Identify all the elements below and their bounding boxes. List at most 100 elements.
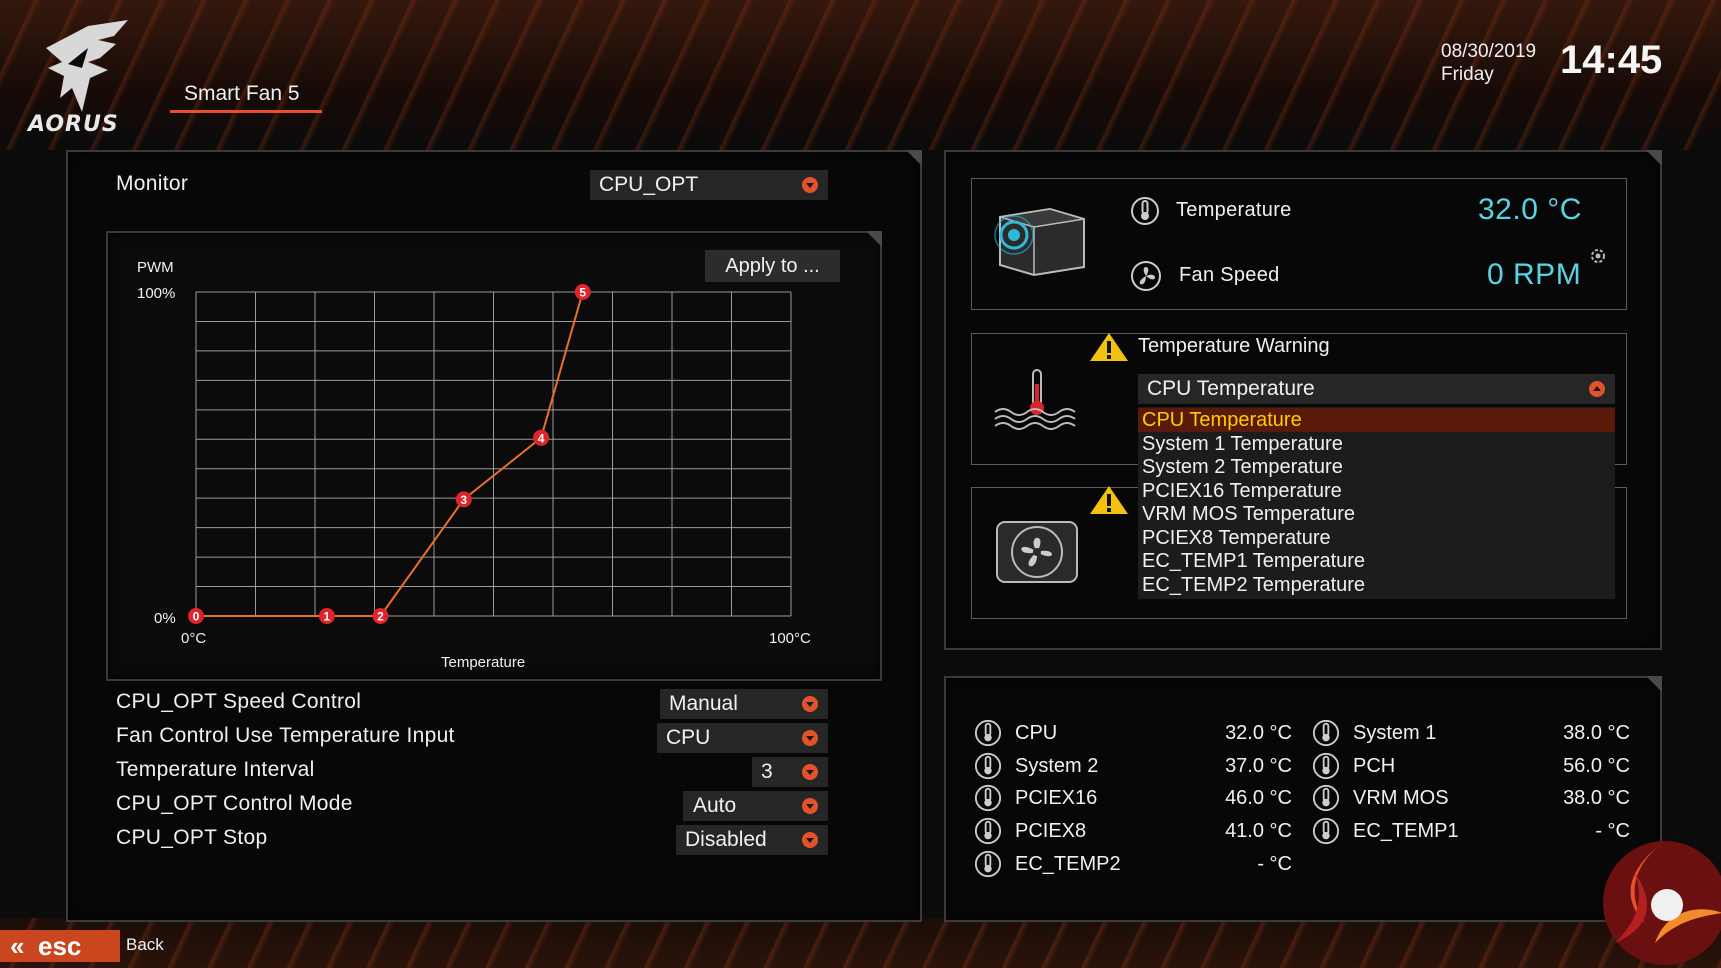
warning-source-value: CPU Temperature [1147,377,1315,400]
fan-curve-line [196,291,584,617]
setting-label-stop: CPU_OPT Stop [116,826,268,849]
option-system1-temperature[interactable]: System 1 Temperature [1142,433,1343,456]
chevron-down-icon [802,832,818,848]
chevron-down-icon [802,177,818,193]
thermometer-icon [974,752,1002,780]
thermometer-icon [1131,197,1159,225]
temp-reading-label: EC_TEMP1 [1353,820,1459,842]
tab-smart-fan-5[interactable]: Smart Fan 5 [184,82,300,106]
chevron-down-icon [802,764,818,780]
temp-reading-value: - °C [1257,853,1292,875]
gear-icon[interactable] [1588,246,1608,266]
thermometer-icon [1312,752,1340,780]
option-ec-temp2-temperature[interactable]: EC_TEMP2 Temperature [1142,574,1365,597]
thermometer-icon [974,719,1002,747]
thermometer-icon [974,850,1002,878]
panel-corner [866,231,882,247]
monitor-select-value: CPU_OPT [599,173,699,196]
tab-active-underline [170,110,322,113]
chevron-down-icon [802,696,818,712]
temperature-value: 32.0 °C [1478,193,1582,226]
brand-wordmark: AORUS [28,112,119,137]
date-text: 08/30/2019 [1441,41,1537,62]
option-vrm-mos-temperature[interactable]: VRM MOS Temperature [1142,503,1355,526]
temp-reading-label: System 1 [1353,722,1437,744]
option-pciex8-temperature[interactable]: PCIEX8 Temperature [1142,527,1331,550]
footer-background [0,918,1721,968]
temp-interval-value: 3 [761,760,773,783]
x-tick-left: 0°C [181,630,206,647]
double-chevron-left-icon: « [10,931,25,961]
warning-icon [1090,333,1128,361]
thermometer-water-icon [994,369,1076,430]
control-mode-select[interactable]: Auto [683,791,828,821]
temp-reading-label: PCIEX8 [1015,820,1087,842]
case-fan-icon [996,521,1078,583]
chevron-down-icon [802,798,818,814]
setting-label-control-mode: CPU_OPT Control Mode [116,792,353,815]
option-ec-temp1-temperature[interactable]: EC_TEMP1 Temperature [1142,550,1365,573]
y-tick-bottom: 0% [154,610,176,627]
pc-case-fan-icon [994,207,1085,277]
temp-reading-value: 37.0 °C [1225,755,1292,777]
monitor-label: Monitor [116,172,189,195]
warning-source-select[interactable]: CPU Temperature [1138,374,1615,404]
temp-interval-select[interactable]: 3 [752,757,828,787]
option-system2-temperature[interactable]: System 2 Temperature [1142,456,1343,479]
setting-label-temp-input: Fan Control Use Temperature Input [116,724,455,747]
y-tick-top: 100% [137,285,175,302]
thermometer-icon [974,817,1002,845]
curve-point-label: 5 [579,286,586,300]
stop-select[interactable]: Disabled [676,825,828,855]
warning-icon [1090,486,1128,514]
site-watermark-logo-icon [1603,841,1721,965]
temperature-label: Temperature [1176,199,1292,221]
thermometer-icon [974,784,1002,812]
stop-value: Disabled [685,828,767,851]
monitor-select[interactable]: CPU_OPT [590,170,828,200]
curve-point-label: 3 [460,493,467,507]
panel-corner [1646,676,1662,692]
setting-label-temp-interval: Temperature Interval [116,758,315,781]
option-cpu-temperature[interactable]: CPU Temperature [1142,409,1302,432]
curve-point-label: 2 [377,610,384,624]
chart-grid [195,291,792,617]
fan-curve-chart[interactable]: PWM 100% 0% 0°C 100°C Temperature 0 1 2 3 4 5 [107,232,867,672]
temp-reading-label: CPU [1015,722,1058,744]
chevron-up-icon [1589,381,1605,397]
curve-point-label: 1 [324,610,331,624]
speed-control-select[interactable]: Manual [660,689,828,719]
temp-reading-label: System 2 [1015,755,1099,777]
thermometer-icon [1312,784,1340,812]
temp-input-select[interactable]: CPU [657,723,828,753]
temp-reading-value: 32.0 °C [1225,722,1292,744]
option-pciex16-temperature[interactable]: PCIEX16 Temperature [1142,480,1342,503]
temp-reading-label: PCIEX16 [1015,787,1098,809]
temp-reading-value: 56.0 °C [1563,755,1630,777]
temp-reading-label: EC_TEMP2 [1015,853,1121,875]
temp-reading-label: PCH [1353,755,1396,777]
temp-input-value: CPU [666,726,711,749]
fan-icon [1131,261,1161,291]
temp-reading-value: 38.0 °C [1563,722,1630,744]
curve-point-label: 4 [538,431,545,445]
x-tick-right: 100°C [769,630,811,647]
temp-reading-label: VRM MOS [1353,787,1449,809]
curve-point-label: 0 [193,610,200,624]
fan-speed-value: 0 RPM [1487,258,1582,291]
fan-speed-label: Fan Speed [1179,264,1280,286]
panel-corner [1646,150,1662,166]
date-display: 08/30/2019 Friday [1441,40,1536,86]
setting-label-speed-control: CPU_OPT Speed Control [116,690,362,713]
back-label: Back [126,935,164,954]
thermometer-icon [1312,719,1340,747]
chevron-down-icon [802,730,818,746]
panel-corner [906,150,922,166]
x-axis-label: Temperature [441,654,525,671]
thermometer-icon [1312,817,1340,845]
temperature-warning-title: Temperature Warning [1138,335,1330,357]
day-text: Friday [1441,64,1494,85]
clock: 14:45 [1560,38,1663,82]
temp-reading-value: 38.0 °C [1563,787,1630,809]
speed-control-value: Manual [669,692,738,715]
